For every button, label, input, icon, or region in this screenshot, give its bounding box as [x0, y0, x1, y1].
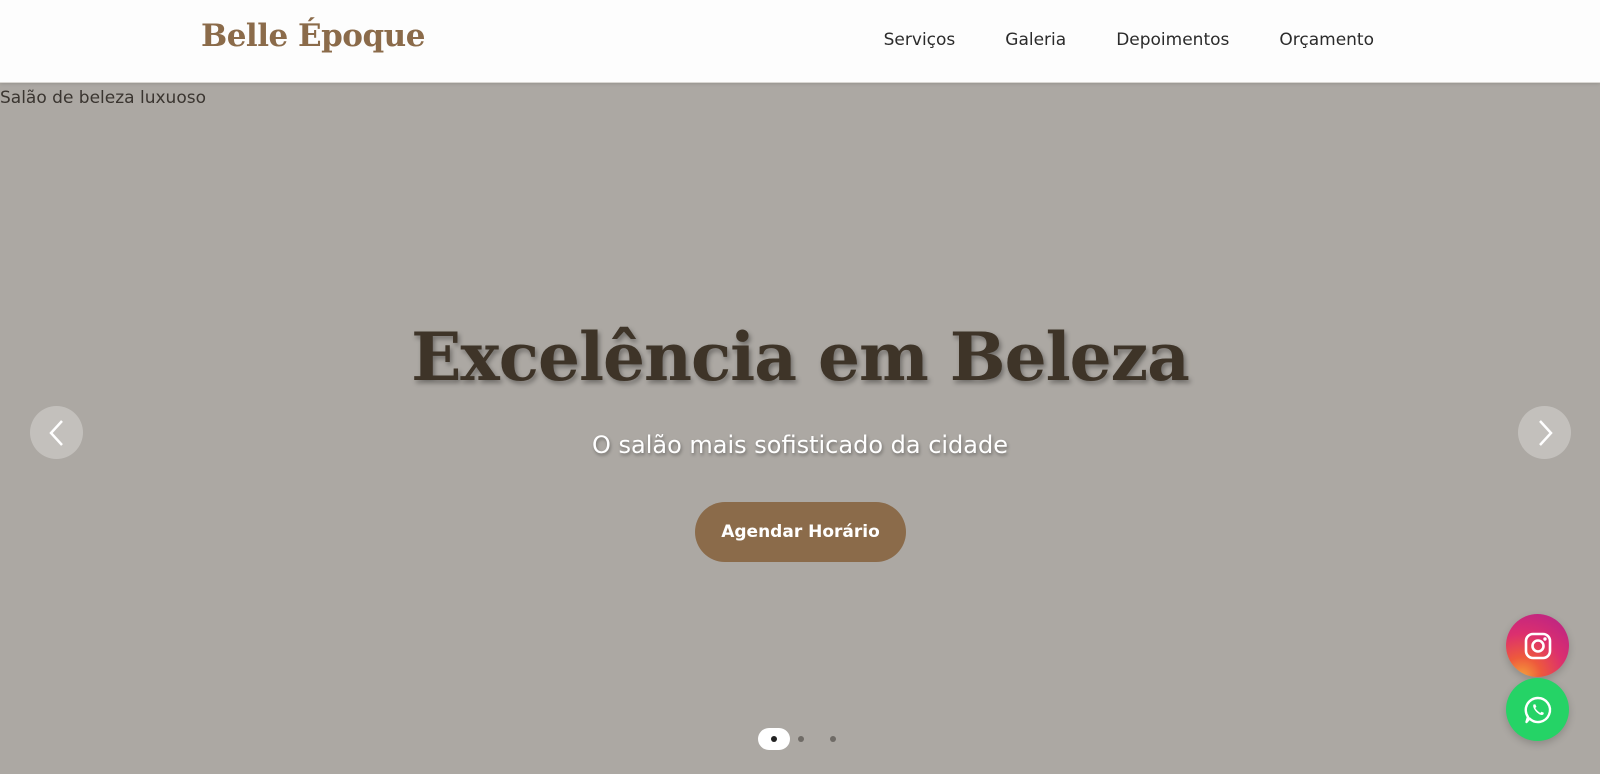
instagram-button[interactable] — [1506, 614, 1569, 677]
whatsapp-button[interactable] — [1506, 678, 1569, 741]
carousel-next-button[interactable] — [1518, 406, 1571, 459]
hero-carousel: Salão de beleza luxuoso Excelência em Be… — [0, 83, 1600, 774]
main-nav: Serviços Galeria Depoimentos Orçamento — [884, 30, 1374, 50]
carousel-dot-2[interactable] — [798, 736, 804, 742]
nav-link-servicos[interactable]: Serviços — [884, 30, 956, 50]
nav-link-depoimentos[interactable]: Depoimentos — [1116, 30, 1229, 50]
hero-image-alt-text: Salão de beleza luxuoso — [0, 88, 206, 108]
nav-link-galeria[interactable]: Galeria — [1005, 30, 1066, 50]
carousel-indicators — [758, 728, 836, 750]
site-header: Belle Époque Serviços Galeria Depoimento… — [0, 0, 1600, 83]
hero-title: Excelência em Beleza — [411, 318, 1190, 396]
carousel-dot-1[interactable] — [758, 728, 790, 750]
site-logo[interactable]: Belle Époque — [201, 18, 425, 54]
nav-link-orcamento[interactable]: Orçamento — [1279, 30, 1374, 50]
whatsapp-icon — [1524, 696, 1551, 723]
chevron-right-icon — [1538, 419, 1553, 446]
carousel-dot-3[interactable] — [830, 736, 836, 742]
hero-subtitle: O salão mais sofisticado da cidade — [591, 431, 1008, 459]
book-appointment-button[interactable]: Agendar Horário — [695, 502, 906, 562]
instagram-icon — [1524, 632, 1551, 659]
